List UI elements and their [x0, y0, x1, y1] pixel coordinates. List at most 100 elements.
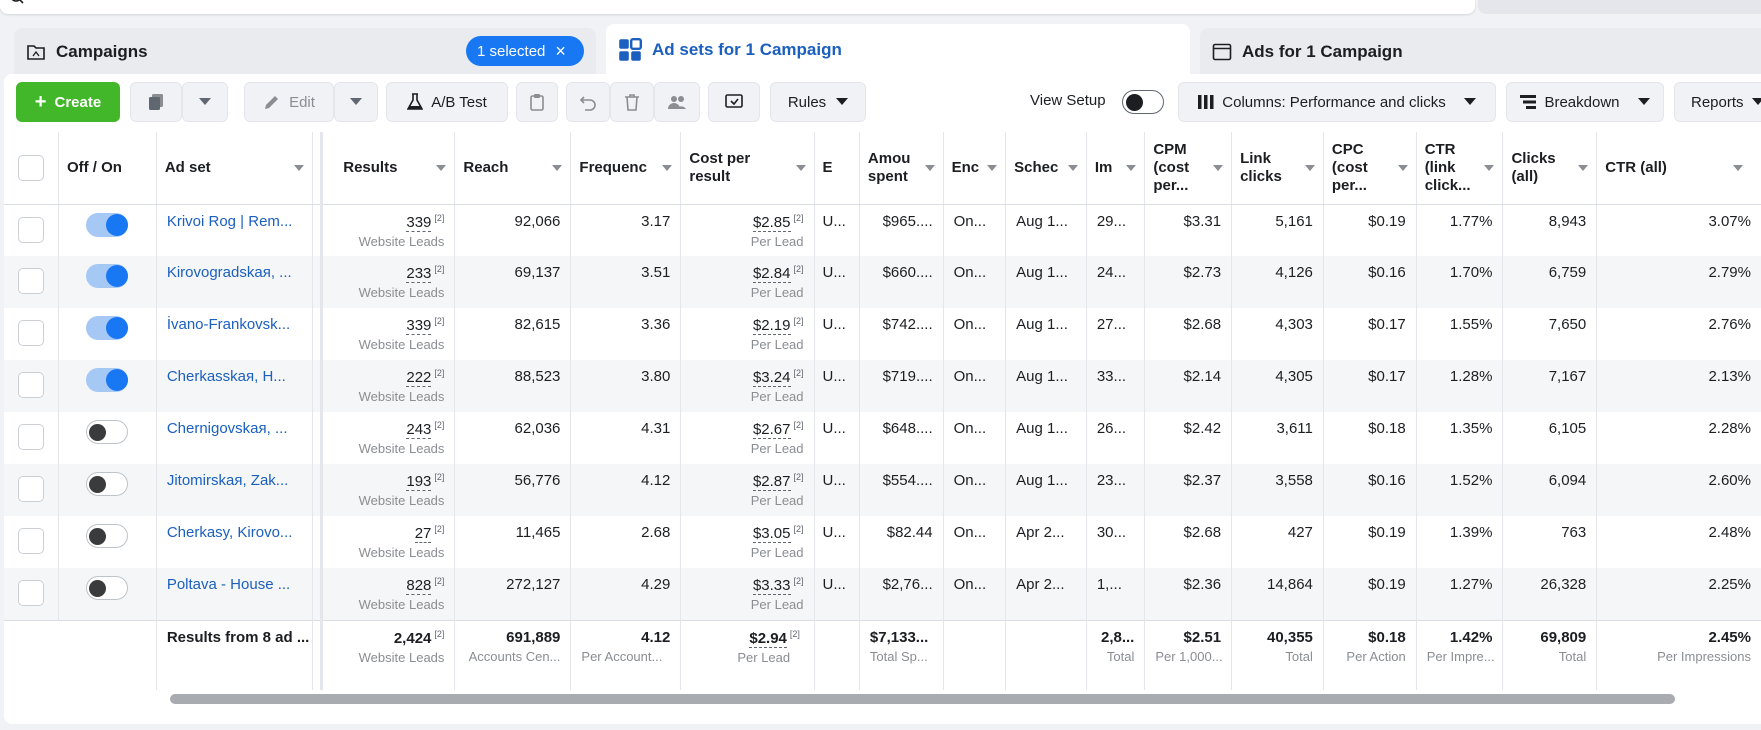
- delivery-toggle[interactable]: [86, 264, 129, 288]
- sort-caret-icon[interactable]: [1304, 165, 1315, 171]
- adset-name-cell[interactable]: Poltava - House ...: [156, 568, 314, 620]
- totals-cpr[interactable]: $2.94: [749, 629, 787, 648]
- clear-selection-icon[interactable]: ×: [555, 42, 566, 60]
- row-checkbox[interactable]: [17, 476, 44, 502]
- delivery-toggle[interactable]: [86, 316, 129, 340]
- cpr-value[interactable]: $2.87: [752, 473, 791, 491]
- tab-adsets[interactable]: Ad sets for 1 Campaign: [606, 24, 1190, 76]
- results-value[interactable]: 828: [406, 577, 432, 595]
- results-value[interactable]: 222: [406, 369, 432, 387]
- row-select-cell[interactable]: [4, 568, 59, 620]
- columns-button[interactable]: Columns: Performance and clicks: [1178, 82, 1496, 122]
- cpr-value[interactable]: $3.33: [752, 577, 791, 595]
- sort-caret-icon[interactable]: [795, 165, 806, 171]
- results-value[interactable]: 233: [406, 265, 432, 283]
- col-cost-per-result[interactable]: Cost per result: [680, 132, 815, 205]
- col-ad-set[interactable]: Ad set: [156, 132, 314, 205]
- sort-caret-icon[interactable]: [662, 165, 673, 171]
- row-select-cell[interactable]: [4, 412, 59, 464]
- delivery-toggle[interactable]: [86, 472, 129, 496]
- table-row[interactable]: Poltava - House ... 828 [2] Website Leads …: [4, 568, 1761, 620]
- row-toggle-cell[interactable]: [58, 360, 157, 412]
- results-value[interactable]: 193: [406, 473, 432, 491]
- row-checkbox[interactable]: [17, 580, 44, 606]
- cpr-value[interactable]: $2.85: [752, 213, 791, 232]
- adset-name-cell[interactable]: Chernigovskaя, ...: [156, 412, 314, 464]
- row-checkbox[interactable]: [17, 268, 44, 294]
- results-value[interactable]: 339: [406, 213, 432, 232]
- adset-name-link[interactable]: Krivoi Rog | Rem...: [167, 213, 293, 230]
- col-budget[interactable]: E: [814, 132, 860, 205]
- table-row[interactable]: İvano-Frankovsk... 339 [2] Website Leads 8…: [4, 308, 1761, 360]
- table-row[interactable]: Jitomirskaя, Zak... 193 [2] Website Leads …: [4, 464, 1761, 516]
- col-cpc[interactable]: CPC (cost per...: [1323, 132, 1417, 205]
- rules-button[interactable]: Rules: [770, 82, 866, 122]
- col-impressions[interactable]: Im: [1086, 132, 1146, 205]
- preview-button[interactable]: [708, 82, 760, 122]
- row-select-cell[interactable]: [4, 464, 59, 516]
- delivery-toggle[interactable]: [86, 524, 129, 548]
- sort-caret-icon[interactable]: [436, 165, 447, 171]
- col-cpm[interactable]: CPM (cost per...: [1144, 132, 1233, 205]
- sort-caret-icon[interactable]: [987, 165, 998, 171]
- table-row[interactable]: Kirovogradskaя, ... 233 [2] Website Leads …: [4, 256, 1761, 308]
- row-select-cell[interactable]: [4, 360, 59, 412]
- row-toggle-cell[interactable]: [58, 308, 157, 360]
- edit-button[interactable]: Edit: [244, 82, 334, 122]
- sort-caret-icon[interactable]: [1067, 165, 1078, 171]
- adset-name-cell[interactable]: Cherkasy, Kirovo...: [156, 516, 314, 568]
- header-select-all[interactable]: [4, 132, 59, 205]
- adset-name-link[interactable]: Jitomirskaя, Zak...: [167, 472, 288, 489]
- sort-caret-icon[interactable]: [1213, 165, 1224, 171]
- adset-name-cell[interactable]: İvano-Frankovsk...: [156, 308, 314, 360]
- adset-name-link[interactable]: Poltava - House ...: [167, 576, 290, 593]
- view-setup-toggle[interactable]: [1122, 90, 1164, 114]
- edit-dropdown-button[interactable]: [334, 82, 378, 122]
- date-range-picker[interactable]: [1478, 0, 1761, 14]
- adset-name-cell[interactable]: Jitomirskaя, Zak...: [156, 464, 314, 516]
- results-value[interactable]: 27: [414, 525, 432, 543]
- row-toggle-cell[interactable]: [58, 256, 157, 308]
- table-row[interactable]: Krivoi Rog | Rem... 339 [2] Website Leads …: [4, 204, 1761, 256]
- results-value[interactable]: 243: [406, 421, 432, 439]
- sort-caret-icon[interactable]: [1733, 165, 1743, 171]
- row-select-cell[interactable]: [4, 516, 59, 568]
- tab-campaigns[interactable]: Campaigns 1 selected ×: [14, 28, 596, 76]
- row-checkbox[interactable]: [17, 424, 44, 450]
- adset-name-link[interactable]: Kirovogradskaя, ...: [167, 264, 292, 281]
- col-ctr-all[interactable]: CTR (all): [1596, 132, 1761, 205]
- row-toggle-cell[interactable]: [58, 464, 157, 516]
- col-reach[interactable]: Reach: [454, 132, 572, 205]
- create-button[interactable]: + Create: [16, 82, 120, 122]
- cpr-value[interactable]: $2.67: [752, 421, 791, 439]
- cpr-value[interactable]: $2.19: [752, 317, 791, 335]
- sort-caret-icon[interactable]: [1126, 165, 1137, 171]
- row-checkbox[interactable]: [17, 528, 44, 554]
- row-toggle-cell[interactable]: [58, 412, 157, 464]
- undo-button[interactable]: [566, 82, 610, 122]
- row-checkbox[interactable]: [17, 372, 44, 398]
- col-amount-spent[interactable]: Amou spent: [859, 132, 944, 205]
- adset-name-cell[interactable]: Cherkasskaя, H...: [156, 360, 314, 412]
- clipboard-button[interactable]: [516, 82, 558, 122]
- adset-name-link[interactable]: Cherkasskaя, H...: [167, 368, 286, 385]
- col-ends[interactable]: Enc: [943, 132, 1007, 205]
- row-select-cell[interactable]: [4, 204, 59, 256]
- adset-name-cell[interactable]: Kirovogradskaя, ...: [156, 256, 314, 308]
- sort-caret-icon[interactable]: [1397, 165, 1408, 171]
- results-value[interactable]: 339: [406, 317, 432, 335]
- adset-name-link[interactable]: Cherkasy, Kirovo...: [167, 524, 293, 541]
- cpr-value[interactable]: $2.84: [752, 265, 791, 283]
- horizontal-scrollbar[interactable]: [170, 694, 1675, 704]
- adset-name-link[interactable]: İvano-Frankovsk...: [167, 316, 290, 333]
- delivery-toggle[interactable]: [86, 368, 129, 392]
- col-schedule[interactable]: Schec: [1005, 132, 1087, 205]
- row-toggle-cell[interactable]: [58, 516, 157, 568]
- delivery-toggle[interactable]: [86, 576, 129, 600]
- cpr-value[interactable]: $3.24: [752, 369, 791, 387]
- sort-caret-icon[interactable]: [552, 165, 563, 171]
- delete-button[interactable]: [610, 82, 654, 122]
- row-checkbox[interactable]: [17, 216, 44, 243]
- reports-button[interactable]: Reports: [1674, 82, 1761, 122]
- col-ctr-link[interactable]: CTR (link click...: [1416, 132, 1504, 205]
